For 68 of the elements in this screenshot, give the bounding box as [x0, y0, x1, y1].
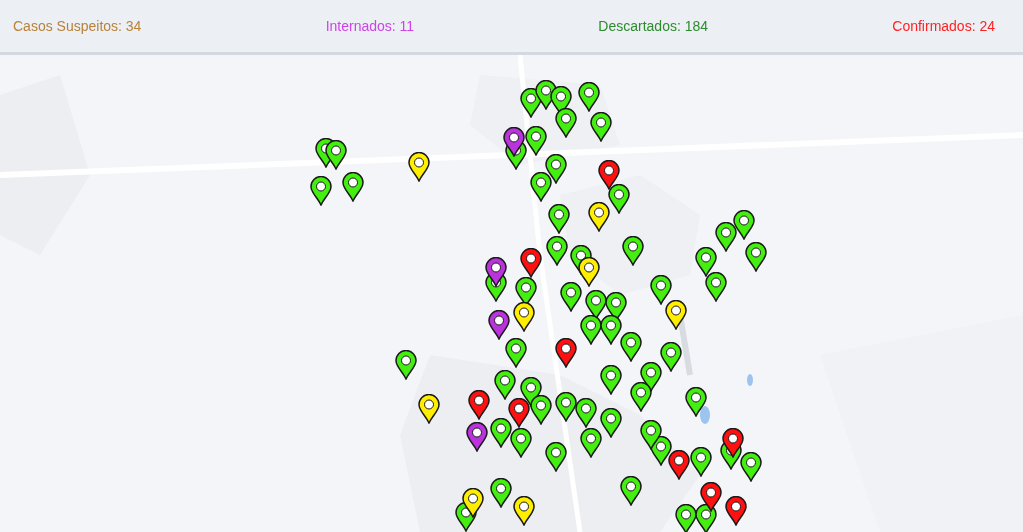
- map-pin-icon[interactable]: [630, 382, 652, 412]
- map-pin-icon[interactable]: [555, 392, 577, 422]
- map-pin-icon[interactable]: [650, 275, 672, 305]
- map-pin-icon[interactable]: [325, 140, 347, 170]
- map-pin-icon[interactable]: [508, 398, 530, 428]
- map-pin-icon[interactable]: [530, 172, 552, 202]
- map-pin-icon[interactable]: [578, 257, 600, 287]
- case-count: Confirmados: 24: [892, 18, 995, 34]
- map-pin-icon[interactable]: [600, 315, 622, 345]
- map-pin-icon[interactable]: [608, 184, 630, 214]
- map-pin-icon[interactable]: [494, 370, 516, 400]
- map-pin-icon[interactable]: [342, 172, 364, 202]
- map-pin-icon[interactable]: [545, 442, 567, 472]
- map-pin-icon[interactable]: [530, 395, 552, 425]
- map-pin-icon[interactable]: [555, 108, 577, 138]
- map-pin-icon[interactable]: [600, 365, 622, 395]
- map-pin-icon[interactable]: [740, 452, 762, 482]
- map-pin-icon[interactable]: [468, 390, 490, 420]
- map-pin-icon[interactable]: [555, 338, 577, 368]
- map-pin-icon[interactable]: [620, 332, 642, 362]
- map-pin-icon[interactable]: [462, 488, 484, 518]
- map-pin-icon[interactable]: [513, 302, 535, 332]
- map-pin-icon[interactable]: [695, 247, 717, 277]
- map-pin-icon[interactable]: [560, 282, 582, 312]
- map-pin-icon[interactable]: [525, 126, 547, 156]
- map-pin-icon[interactable]: [580, 315, 602, 345]
- map-pin-icon[interactable]: [548, 204, 570, 234]
- map-pin-icon[interactable]: [575, 398, 597, 428]
- map-pin-icon[interactable]: [490, 478, 512, 508]
- map-pin-icon[interactable]: [578, 82, 600, 112]
- map-pin-icon[interactable]: [640, 420, 662, 450]
- map-pin-icon[interactable]: [600, 408, 622, 438]
- map-pin-icon[interactable]: [546, 236, 568, 266]
- case-count: Casos Suspeitos: 34: [13, 18, 142, 34]
- map-pin-icon[interactable]: [705, 272, 727, 302]
- map-pin-icon[interactable]: [520, 248, 542, 278]
- map-pin-icon[interactable]: [725, 496, 747, 526]
- map-pin-icon[interactable]: [660, 342, 682, 372]
- map-pin-icon[interactable]: [715, 222, 737, 252]
- map-pin-icon[interactable]: [580, 428, 602, 458]
- map-pin-icon[interactable]: [505, 338, 527, 368]
- map-pin-icon[interactable]: [485, 257, 507, 287]
- case-count: Descartados: 184: [598, 18, 709, 34]
- map-pin-icon[interactable]: [418, 394, 440, 424]
- map-pin-icon[interactable]: [690, 447, 712, 477]
- map-pin-icon[interactable]: [590, 112, 612, 142]
- map-pin-icon[interactable]: [503, 127, 525, 157]
- map-pin-icon[interactable]: [733, 210, 755, 240]
- map-pin-icon[interactable]: [622, 236, 644, 266]
- map-pin-icon[interactable]: [700, 482, 722, 512]
- map-pin-icon[interactable]: [408, 152, 430, 182]
- map-pin-icon[interactable]: [466, 422, 488, 452]
- map-pin-icon[interactable]: [675, 504, 697, 532]
- map-pin-icon[interactable]: [310, 176, 332, 206]
- map-pin-icon[interactable]: [685, 387, 707, 417]
- map-pin-icon[interactable]: [668, 450, 690, 480]
- map-pin-icon[interactable]: [490, 418, 512, 448]
- map-pin-icon[interactable]: [745, 242, 767, 272]
- map-pin-icon[interactable]: [665, 300, 687, 330]
- map-pin-icon[interactable]: [722, 428, 744, 458]
- map-pin-icon[interactable]: [588, 202, 610, 232]
- map-pin-icon[interactable]: [395, 350, 417, 380]
- map-pin-icon[interactable]: [510, 428, 532, 458]
- map-pin-icon[interactable]: [488, 310, 510, 340]
- case-count: Internados: 11: [325, 18, 415, 34]
- map-pin-icon[interactable]: [620, 476, 642, 506]
- map-pin-icon[interactable]: [513, 496, 535, 526]
- map-pin-icon[interactable]: [598, 160, 620, 190]
